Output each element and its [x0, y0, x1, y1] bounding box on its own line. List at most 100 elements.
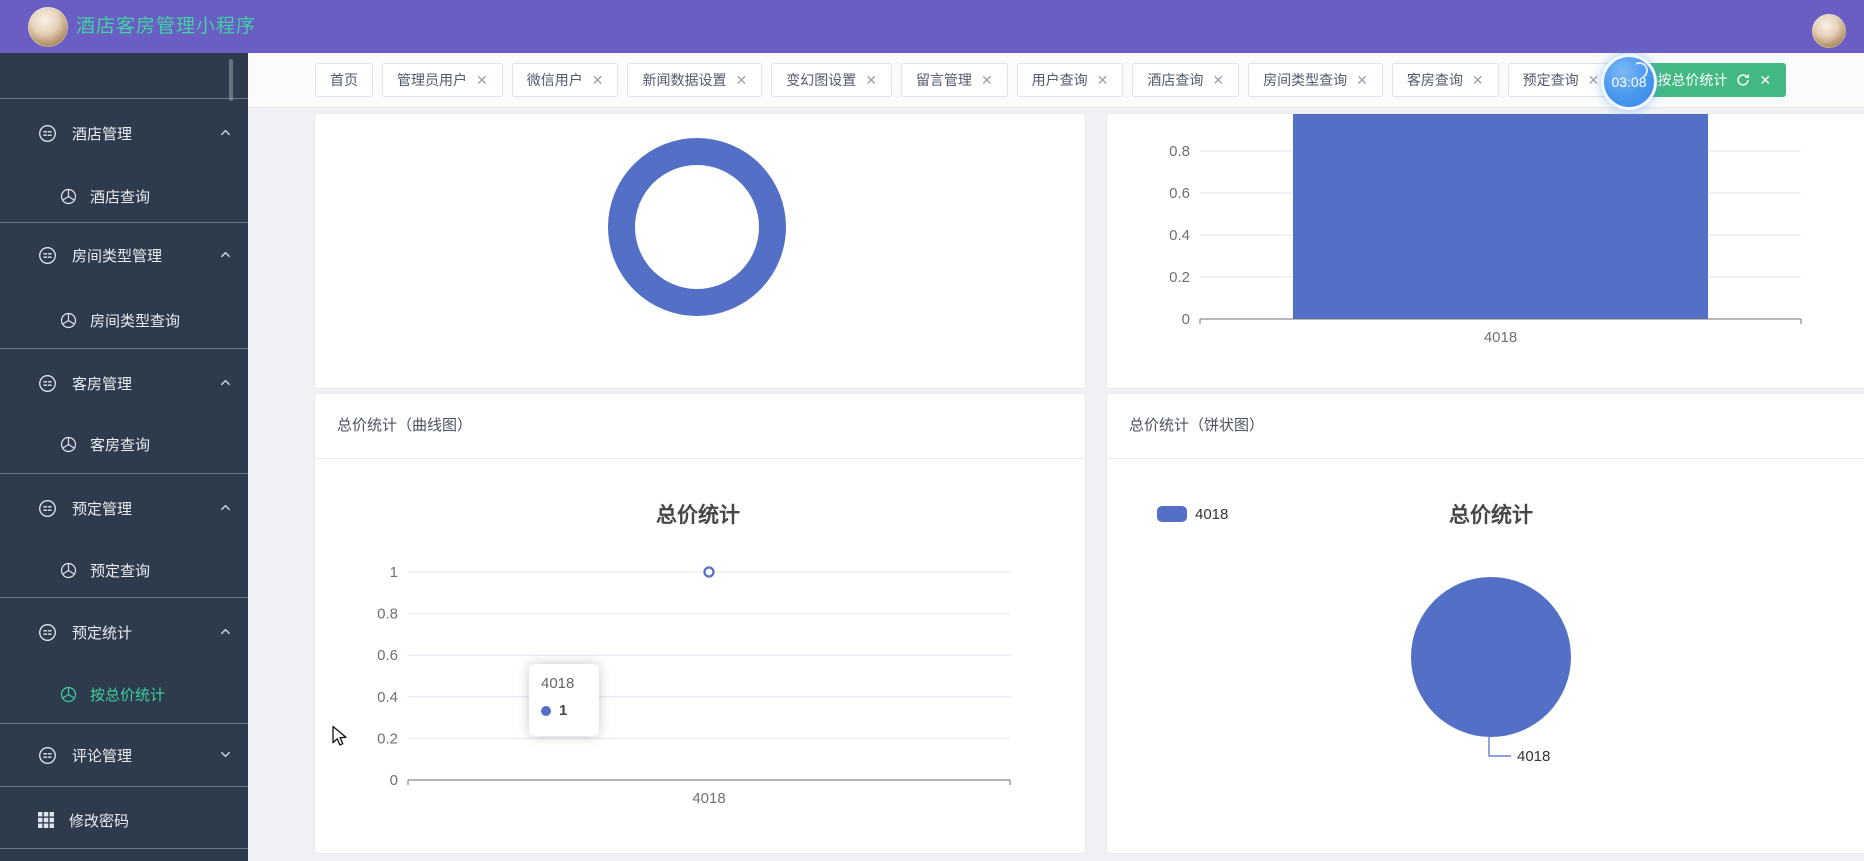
- sidebar-divider: [0, 786, 248, 787]
- svg-text:0.4: 0.4: [1169, 227, 1190, 244]
- tab-news-data-settings[interactable]: 新闻数据设置 ✕: [627, 63, 763, 97]
- close-icon[interactable]: ✕: [735, 73, 747, 87]
- line-chart-card: 总价统计（曲线图） 总价统计 1 0.8 0.6 0.4 0.2 0 4018 4018 1: [314, 393, 1086, 854]
- sidebar-item-label: 修改密码: [69, 812, 130, 830]
- tab-label: 管理员用户: [397, 72, 467, 88]
- close-icon[interactable]: ✕: [1588, 73, 1600, 87]
- chevron-up-icon: [221, 129, 230, 136]
- tab-user-query[interactable]: 用户查询 ✕: [1016, 63, 1124, 97]
- chevron-up-icon: [221, 251, 230, 258]
- timer-text: 03:08: [1611, 74, 1647, 90]
- close-icon[interactable]: ✕: [1356, 73, 1368, 87]
- sidebar-item-label: 评论管理: [72, 747, 133, 765]
- tab-label: 酒店查询: [1147, 72, 1204, 88]
- sidebar-item-label: 房间类型管理: [72, 247, 163, 265]
- close-icon[interactable]: ✕: [981, 73, 993, 87]
- tab-booking-query[interactable]: 预定查询 ✕: [1507, 63, 1615, 97]
- tab-hotel-query[interactable]: 酒店查询 ✕: [1132, 63, 1240, 97]
- sidebar-item-hotel-management[interactable]: 酒店管理: [0, 116, 248, 150]
- sidebar-divider: [0, 348, 248, 349]
- sidebar-item-change-password[interactable]: 修改密码: [0, 803, 248, 837]
- tab-label: 预定查询: [1522, 72, 1579, 88]
- chevron-up-icon: [221, 504, 230, 511]
- bar-chart[interactable]: 0.8 0.6 0.4 0.2 0 4018: [1107, 114, 1863, 388]
- sidebar-item-room-type-management[interactable]: 房间类型管理: [0, 238, 248, 272]
- sidebar-divider: [0, 597, 248, 598]
- sidebar-divider: [0, 848, 248, 849]
- tab-label: 变幻图设置: [786, 72, 857, 88]
- sidebar-item-label: 按总价统计: [90, 686, 166, 704]
- tooltip-category: 4018: [541, 675, 575, 692]
- line-panel-header: 总价统计（曲线图）: [315, 394, 1085, 459]
- close-icon[interactable]: ✕: [476, 73, 488, 87]
- menu-leaf-icon: [60, 436, 77, 452]
- close-icon[interactable]: ✕: [1759, 73, 1771, 87]
- line-chart[interactable]: 总价统计 1 0.8 0.6 0.4 0.2 0 4018: [315, 459, 1085, 853]
- menu-group-icon: [39, 246, 56, 264]
- svg-text:4018: 4018: [1195, 506, 1228, 523]
- svg-text:0.8: 0.8: [1169, 143, 1190, 160]
- tab-label: 客房查询: [1406, 72, 1463, 88]
- sidebar-divider: [0, 222, 248, 223]
- tab-room-type-query[interactable]: 房间类型查询 ✕: [1248, 63, 1383, 97]
- avatar[interactable]: [28, 7, 68, 47]
- sidebar-item-room-type-query[interactable]: 房间类型查询: [0, 303, 248, 337]
- tab-label: 新闻数据设置: [642, 72, 727, 88]
- svg-text:0: 0: [390, 772, 398, 789]
- sidebar-item-guest-room-query[interactable]: 客房查询: [0, 427, 248, 461]
- donut-chart-card: [314, 113, 1086, 389]
- menu-group-icon: [39, 746, 56, 764]
- tab-guest-room-query[interactable]: 客房查询 ✕: [1391, 63, 1499, 97]
- svg-text:0.6: 0.6: [1169, 185, 1190, 202]
- svg-text:总价统计: 总价统计: [1449, 503, 1533, 527]
- svg-text:0.4: 0.4: [377, 689, 398, 706]
- grid-icon: [38, 812, 54, 828]
- sidebar-item-label: 客房管理: [72, 375, 133, 393]
- sidebar-item-label: 酒店查询: [90, 188, 151, 206]
- close-icon[interactable]: ✕: [1472, 73, 1484, 87]
- menu-group-icon: [39, 124, 56, 142]
- sidebar-item-booking-management[interactable]: 预定管理: [0, 491, 248, 525]
- sidebar-item-hotel-query[interactable]: 酒店查询: [0, 179, 248, 213]
- tab-message-management[interactable]: 留言管理 ✕: [900, 63, 1008, 97]
- svg-text:0.2: 0.2: [1169, 269, 1190, 286]
- sidebar-item-guest-room-management[interactable]: 客房管理: [0, 366, 248, 400]
- tab-label: 留言管理: [915, 72, 972, 88]
- sidebar-item-label: 酒店管理: [72, 125, 133, 143]
- pie-chart[interactable]: 4018 总价统计 4018: [1107, 459, 1863, 853]
- sidebar-item-label: 房间类型查询: [90, 312, 181, 330]
- menu-group-icon: [39, 623, 56, 641]
- sidebar-item-label: 预定管理: [72, 500, 133, 518]
- svg-text:4018: 4018: [692, 790, 725, 807]
- close-icon[interactable]: ✕: [865, 73, 877, 87]
- sidebar-scrollbar-thumb[interactable]: [229, 59, 233, 101]
- app-header: 酒店客房管理小程序: [0, 0, 1864, 53]
- sidebar-item-booking-stats[interactable]: 预定统计: [0, 615, 248, 649]
- donut-chart[interactable]: [315, 114, 1085, 388]
- menu-leaf-icon: [60, 312, 77, 328]
- close-icon[interactable]: ✕: [1212, 73, 1224, 87]
- tab-label: 微信用户: [526, 72, 583, 88]
- mouse-cursor-icon: [332, 725, 347, 746]
- tab-carousel-settings[interactable]: 变幻图设置 ✕: [771, 63, 892, 97]
- refresh-icon[interactable]: [1736, 73, 1750, 87]
- svg-text:总价统计: 总价统计: [656, 503, 740, 527]
- tooltip-value: 1: [559, 702, 568, 719]
- sidebar-item-label: 客房查询: [90, 436, 151, 454]
- sidebar-item-booking-query[interactable]: 预定查询: [0, 553, 248, 587]
- sidebar: 酒店管理酒店查询房间类型管理房间类型查询客房管理客房查询预定管理预定查询预定统计…: [0, 53, 248, 861]
- sidebar-divider: [0, 98, 248, 99]
- tab-admin-users[interactable]: 管理员用户 ✕: [382, 63, 503, 97]
- tab-wechat-users[interactable]: 微信用户 ✕: [511, 63, 619, 97]
- close-icon[interactable]: ✕: [1097, 73, 1109, 87]
- sidebar-item-comment-management[interactable]: 评论管理: [0, 738, 248, 772]
- user-avatar[interactable]: [1812, 14, 1846, 48]
- tab-home[interactable]: 首页: [315, 63, 373, 97]
- sidebar-item-stats-by-total-price[interactable]: 按总价统计: [0, 677, 248, 711]
- tab-label: 用户查询: [1031, 72, 1088, 88]
- menu-leaf-icon: [60, 562, 77, 578]
- pie-chart-card: 总价统计（饼状图） 4018 总价统计 4018: [1106, 393, 1864, 854]
- timer-bubble[interactable]: 03:08: [1601, 54, 1657, 110]
- tab-label: 按总价统计: [1657, 72, 1728, 88]
- close-icon[interactable]: ✕: [592, 73, 604, 87]
